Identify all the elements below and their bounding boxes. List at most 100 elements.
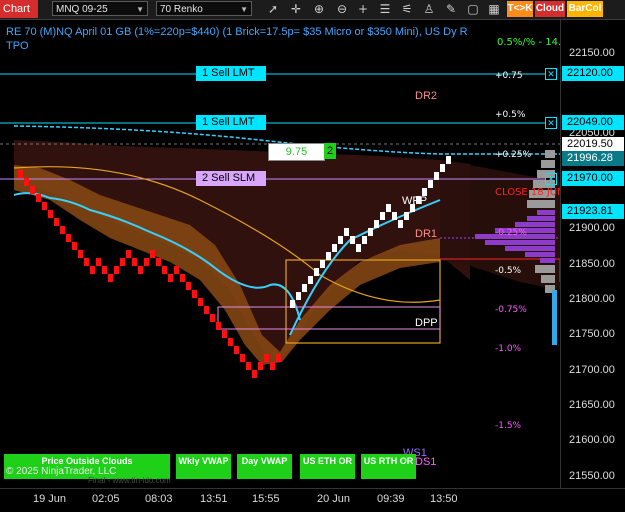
window-icon[interactable]: ▢ (465, 1, 481, 17)
drawing-tools-icon[interactable]: ✎ (443, 1, 459, 17)
us-rth-or-button[interactable]: US RTH OR (361, 454, 416, 479)
us-eth-or-button[interactable]: US ETH OR (300, 454, 355, 479)
strategies-icon[interactable]: ♙ (421, 1, 437, 17)
level-minus-15: -1.5% (495, 421, 522, 431)
level-minus-10: -1.0% (495, 344, 522, 354)
chevron-down-icon: ▼ (240, 5, 248, 14)
sell-limit-order-1[interactable]: 1 Sell LMT (196, 66, 266, 81)
down-brick (192, 290, 197, 298)
properties-icon[interactable]: ☰ (377, 1, 393, 17)
up-brick (302, 284, 307, 292)
level-minus-075: -0.75% (495, 305, 527, 315)
up-brick (446, 156, 451, 164)
chart-plot-area[interactable] (0, 20, 560, 488)
down-brick (126, 250, 131, 258)
up-brick (296, 292, 301, 300)
down-brick (48, 210, 53, 218)
quantity-input[interactable]: 9.75 (268, 143, 325, 161)
down-brick (168, 274, 173, 282)
down-brick (108, 274, 113, 282)
day-vwap-button[interactable]: Day VWAP (237, 454, 292, 479)
indicators-icon[interactable]: ⚟ (399, 1, 415, 17)
price-label: 21850.00 (569, 258, 615, 270)
up-brick (374, 220, 379, 228)
order-price-tag[interactable]: 22120.00 (562, 66, 624, 81)
time-label: 13:50 (430, 493, 458, 505)
tk-button[interactable]: T<>K (507, 1, 533, 17)
instrument-label: MNQ 09-25 (56, 4, 108, 15)
current-price-tag: 22019.50 (562, 137, 624, 152)
level-plus-025: +0.25% (495, 150, 532, 160)
add-icon[interactable]: + (355, 1, 371, 17)
down-brick (42, 202, 47, 210)
up-brick (380, 212, 385, 220)
close-icon[interactable]: ✕ (545, 68, 557, 80)
down-brick (162, 266, 167, 274)
chart-tab[interactable]: Chart (0, 0, 38, 18)
weekly-vwap-button[interactable]: Wkly VWAP (176, 454, 231, 479)
time-label: 15:55 (252, 493, 280, 505)
up-brick (314, 268, 319, 276)
dr2-marker: DR2 (415, 90, 438, 102)
down-brick (72, 242, 77, 250)
close-icon[interactable]: ✕ (545, 117, 557, 129)
close-icon[interactable]: ✕ (545, 173, 557, 185)
vwap-price-tag: 21996.28 (562, 151, 624, 166)
down-brick (210, 314, 215, 322)
bar-type-label: 70 Renko (160, 4, 203, 15)
up-brick (356, 244, 361, 252)
quantity-count[interactable]: 2 (324, 143, 336, 159)
up-brick (320, 260, 325, 268)
crosshair-icon[interactable]: ✛ (288, 1, 304, 17)
down-brick (204, 306, 209, 314)
price-label: 21550.00 (569, 470, 615, 482)
up-brick (392, 212, 397, 220)
price-label: 21650.00 (569, 399, 615, 411)
profile-bar (541, 275, 555, 283)
down-brick (132, 258, 137, 266)
zoom-out-icon[interactable]: ⊖ (334, 1, 350, 17)
chart-toolbar: Chart MNQ 09-25 ▼ 70 Renko ▼ ➚ ✛ ⊕ ⊖ + ☰… (0, 0, 625, 20)
cursor-icon[interactable]: ➚ (265, 1, 281, 17)
down-brick (264, 354, 269, 362)
price-label: 21750.00 (569, 328, 615, 340)
up-brick (290, 300, 295, 308)
time-label: 13:51 (200, 493, 228, 505)
up-brick (338, 236, 343, 244)
time-axis[interactable]: 19 Jun 02:05 08:03 13:51 15:55 20 Jun 09… (0, 488, 625, 512)
level-plus-075: +0.75 (495, 71, 523, 81)
price-chart (0, 73, 560, 378)
down-brick (24, 178, 29, 186)
time-label: 19 Jun (33, 493, 67, 505)
up-brick (362, 236, 367, 244)
level-plus-05: +0.5% (495, 110, 526, 120)
cloud-button[interactable]: Cloud (535, 1, 565, 17)
up-brick (344, 228, 349, 236)
instrument-selector[interactable]: MNQ 09-25 ▼ (52, 1, 148, 16)
price-axis[interactable]: 22150.00 22050.00 21900.00 21850.00 2180… (560, 20, 625, 488)
watermark: Final - www.tin-ido.com (88, 476, 171, 485)
order-price-tag[interactable]: 21970.00 (562, 171, 624, 186)
profile-bar (527, 200, 555, 208)
down-brick (216, 322, 221, 330)
close-marker: CLOSE 18 JUN (495, 187, 565, 198)
down-brick (276, 354, 281, 362)
down-brick (222, 330, 227, 338)
barcol-button[interactable]: BarCol (567, 1, 603, 17)
chart-trader-icon[interactable]: ▦ (486, 1, 502, 17)
time-label: 09:39 (377, 493, 405, 505)
volume-profile-bar (525, 252, 555, 257)
up-brick (428, 180, 433, 188)
wpp-marker: WPP (402, 195, 428, 207)
bar-type-selector[interactable]: 70 Renko ▼ (156, 1, 252, 16)
volume-profile-bar (540, 258, 555, 263)
up-brick (440, 164, 445, 172)
sell-limit-order-2[interactable]: 1 Sell LMT (196, 115, 266, 130)
sell-stop-order[interactable]: 2 Sell SLM (196, 171, 266, 186)
down-brick (54, 218, 59, 226)
up-brick (398, 220, 403, 228)
down-brick (174, 266, 179, 274)
order-price-tag[interactable]: 22049.00 (562, 115, 624, 130)
zoom-in-icon[interactable]: ⊕ (311, 1, 327, 17)
up-brick (434, 172, 439, 180)
